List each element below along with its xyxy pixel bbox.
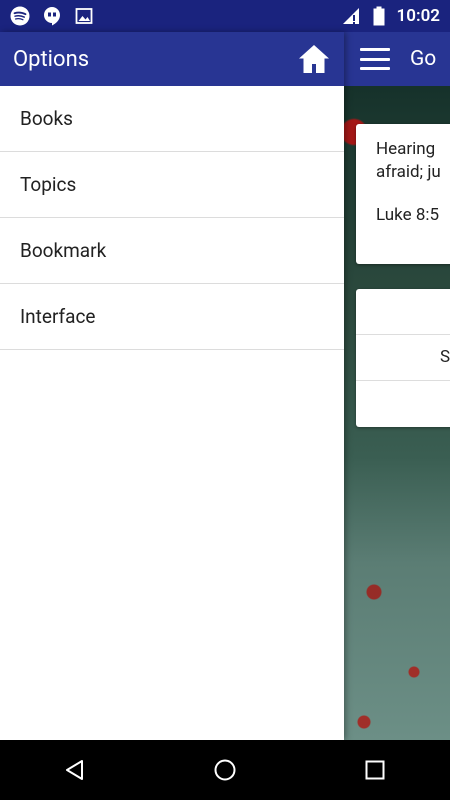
drawer-item-label: Bookmark: [20, 239, 107, 262]
drawer-item-label: Interface: [20, 305, 96, 328]
recents-icon: [365, 760, 385, 780]
options-card: S: [356, 289, 450, 427]
navigation-drawer: Options Books Topics Bookmark Interface: [0, 32, 344, 740]
verse-line-2: afraid; ju: [376, 162, 441, 182]
drawer-item-label: Books: [20, 107, 73, 130]
signal-icon: [341, 6, 361, 26]
drawer-header: Options: [0, 32, 344, 86]
status-time: 10:02: [396, 6, 440, 26]
drawer-item-books[interactable]: Books: [0, 86, 344, 152]
menu-icon[interactable]: [360, 48, 390, 70]
verse-card: Hearing afraid; ju Luke 8:5: [356, 124, 450, 264]
drawer-item-label: Topics: [20, 173, 77, 196]
system-nav-bar: [0, 740, 450, 800]
background-app-bar: Go: [344, 32, 450, 86]
drawer-title: Options: [13, 46, 90, 72]
image-icon: [74, 6, 94, 26]
home-icon: [299, 45, 329, 73]
drawer-item-topics[interactable]: Topics: [0, 152, 344, 218]
spotify-icon: [10, 6, 30, 26]
home-nav-button[interactable]: [195, 740, 255, 800]
verse-reference: Luke 8:5: [376, 205, 440, 225]
background-app-title: Go: [410, 47, 437, 71]
options-card-row[interactable]: [356, 381, 450, 427]
home-circle-icon: [214, 759, 236, 781]
battery-icon: [369, 6, 389, 26]
back-icon: [66, 760, 83, 780]
background-app: Go Hearing afraid; ju Luke 8:5 S: [344, 32, 450, 740]
drawer-item-interface[interactable]: Interface: [0, 284, 344, 350]
status-bar: 10:02: [0, 0, 450, 32]
home-button[interactable]: [298, 43, 330, 75]
verse-line-1: Hearing: [376, 139, 436, 159]
drawer-item-bookmark[interactable]: Bookmark: [0, 218, 344, 284]
options-card-row[interactable]: [356, 289, 450, 335]
recents-button[interactable]: [345, 740, 405, 800]
options-card-row[interactable]: S: [356, 335, 450, 381]
back-button[interactable]: [45, 740, 105, 800]
hangouts-icon: [42, 6, 62, 26]
